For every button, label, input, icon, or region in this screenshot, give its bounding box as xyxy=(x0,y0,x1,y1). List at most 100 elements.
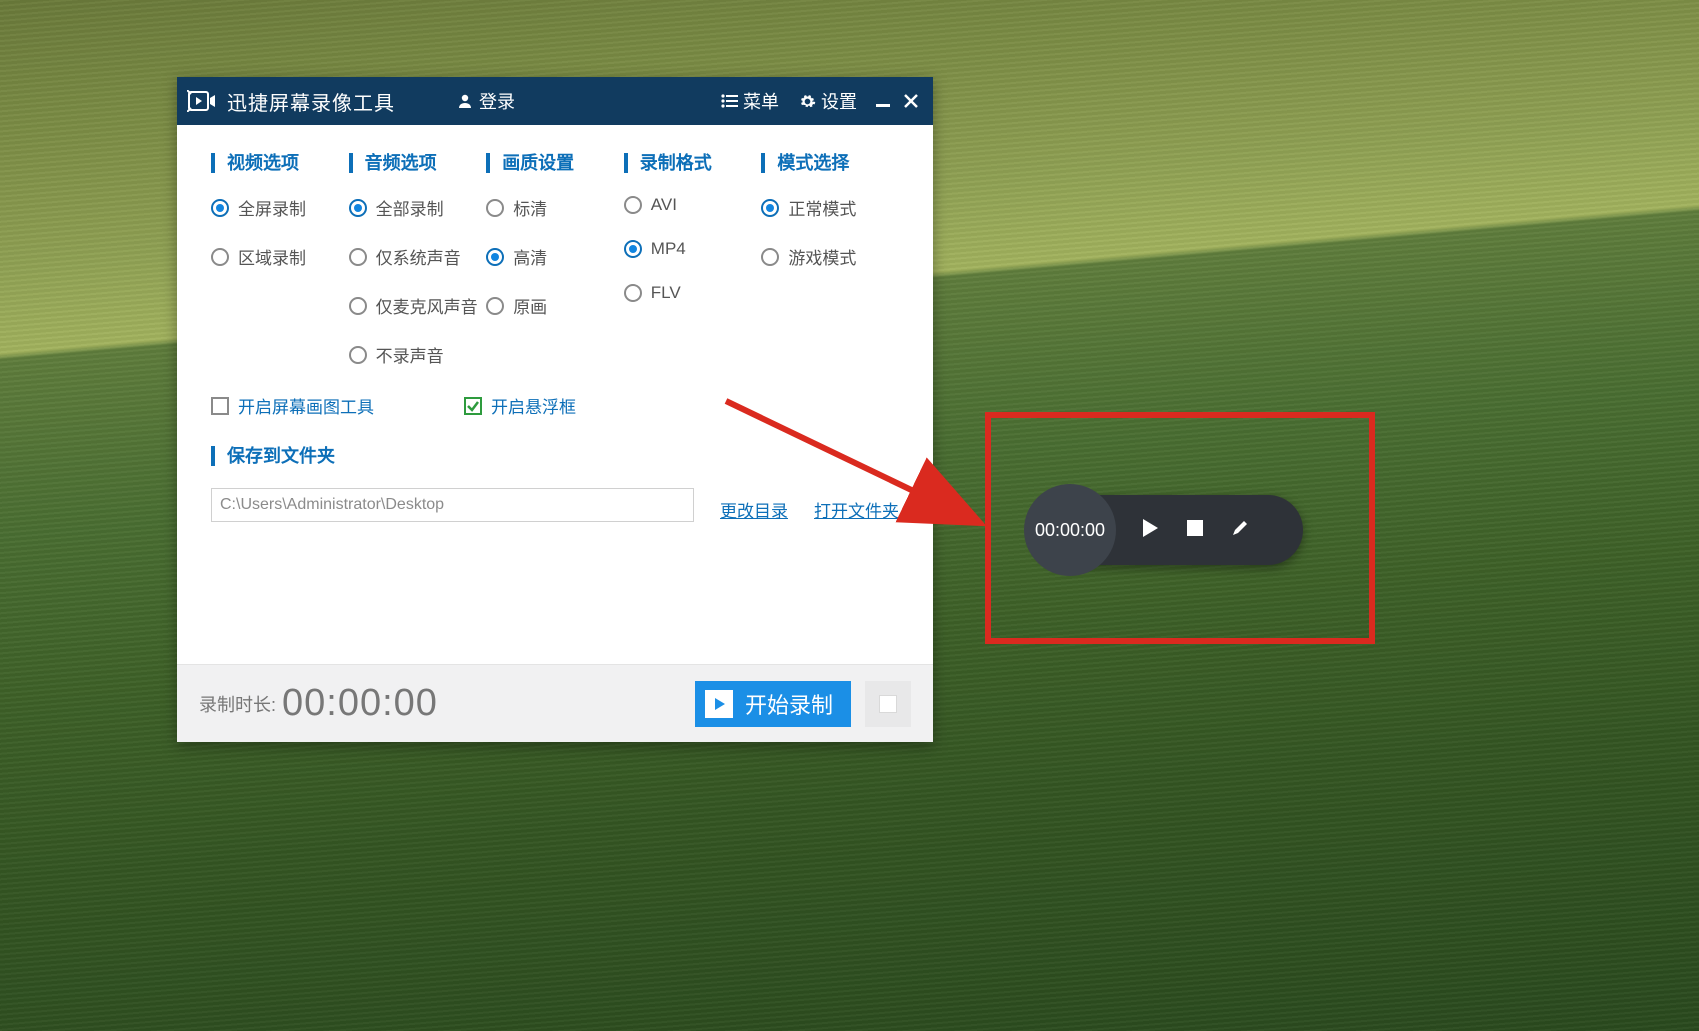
mode-option-label: 正常模式 xyxy=(788,195,856,220)
app-window: 迅捷屏幕录像工具 登录 菜单 设置 xyxy=(177,77,933,742)
settings-button[interactable]: 设置 xyxy=(799,88,857,114)
radio-icon xyxy=(624,284,642,302)
radio-icon xyxy=(624,196,642,214)
start-record-button[interactable]: 开始录制 xyxy=(695,681,851,727)
radio-icon xyxy=(486,248,504,266)
mode-option-label: 游戏模式 xyxy=(788,244,856,269)
minimize-button[interactable] xyxy=(875,93,891,109)
save-path-value: C:\Users\Administrator\Desktop xyxy=(220,496,444,514)
radio-icon xyxy=(486,199,504,217)
float-box-label: 开启悬浮框 xyxy=(491,393,576,418)
audio-option-label: 仅麦克风声音 xyxy=(376,293,478,318)
audio-option-label: 全部录制 xyxy=(376,195,444,220)
radio-icon xyxy=(211,199,229,217)
quality-option-label: 标清 xyxy=(513,195,547,220)
login-button[interactable]: 登录 xyxy=(457,88,515,114)
titlebar[interactable]: 迅捷屏幕录像工具 登录 菜单 设置 xyxy=(177,77,933,125)
format-option-label: FLV xyxy=(651,283,681,303)
quality-option[interactable]: 原画 xyxy=(486,293,624,318)
radio-icon xyxy=(349,248,367,266)
audio-option-label: 仅系统声音 xyxy=(376,244,461,269)
format-option-label: MP4 xyxy=(651,239,686,259)
audio-header: 音频选项 xyxy=(349,153,487,173)
draw-tool-label: 开启屏幕画图工具 xyxy=(238,393,374,418)
checkbox-icon xyxy=(211,397,229,415)
window-body: 视频选项全屏录制区域录制 音频选项全部录制仅系统声音仅麦克风声音不录声音 画质设… xyxy=(177,125,933,664)
close-button[interactable] xyxy=(903,93,919,109)
footer-bar: 录制时长: 00:00:00 开始录制 xyxy=(177,664,933,742)
radio-icon xyxy=(349,346,367,364)
float-play-button[interactable] xyxy=(1140,517,1160,544)
start-record-label: 开始录制 xyxy=(745,688,833,720)
format-header: 录制格式 xyxy=(624,153,762,173)
radio-icon xyxy=(349,297,367,315)
checkbox-row: 开启屏幕画图工具 开启悬浮框 xyxy=(211,393,899,418)
duration-time: 00:00:00 xyxy=(282,682,438,725)
quality-option-label: 高清 xyxy=(513,244,547,269)
float-timer: 00:00:00 xyxy=(1035,520,1105,541)
radio-icon xyxy=(624,240,642,258)
format-option[interactable]: MP4 xyxy=(624,239,762,259)
radio-icon xyxy=(211,248,229,266)
quality-options-column: 画质设置标清高清原画 xyxy=(486,153,624,391)
settings-label: 设置 xyxy=(821,88,857,114)
minimize-icon xyxy=(875,93,891,109)
play-icon xyxy=(705,690,733,718)
pencil-icon xyxy=(1230,518,1250,538)
enable-float-box-checkbox[interactable]: 开启悬浮框 xyxy=(464,393,576,418)
gear-icon xyxy=(799,93,816,110)
mode-header: 模式选择 xyxy=(761,153,899,173)
floating-toolbar[interactable]: 00:00:00 xyxy=(1035,495,1303,565)
format-option-label: AVI xyxy=(651,195,677,215)
video-header: 视频选项 xyxy=(211,153,349,173)
app-title: 迅捷屏幕录像工具 xyxy=(227,87,395,116)
login-label: 登录 xyxy=(479,88,515,114)
audio-option[interactable]: 仅系统声音 xyxy=(349,244,487,269)
menu-icon xyxy=(721,94,738,108)
radio-icon xyxy=(349,199,367,217)
app-logo-icon xyxy=(187,90,217,112)
radio-icon xyxy=(761,199,779,217)
checkbox-icon xyxy=(464,397,482,415)
stop-icon xyxy=(1186,519,1204,537)
float-edit-button[interactable] xyxy=(1230,518,1250,543)
audio-options-column: 音频选项全部录制仅系统声音仅麦克风声音不录声音 xyxy=(349,153,487,391)
mode-options-column: 模式选择正常模式游戏模式 xyxy=(761,153,899,391)
stop-record-button[interactable] xyxy=(865,681,911,727)
audio-option-label: 不录声音 xyxy=(376,342,444,367)
radio-icon xyxy=(486,297,504,315)
video-option[interactable]: 全屏录制 xyxy=(211,195,349,220)
video-option-label: 全屏录制 xyxy=(238,195,306,220)
user-icon xyxy=(457,93,473,109)
radio-icon xyxy=(761,248,779,266)
close-icon xyxy=(903,93,919,109)
save-path-input[interactable]: C:\Users\Administrator\Desktop xyxy=(211,488,694,522)
video-option-label: 区域录制 xyxy=(238,244,306,269)
format-option[interactable]: FLV xyxy=(624,283,762,303)
format-option[interactable]: AVI xyxy=(624,195,762,215)
menu-label: 菜单 xyxy=(743,88,779,114)
quality-option[interactable]: 标清 xyxy=(486,195,624,220)
duration-label: 录制时长: xyxy=(199,691,276,717)
save-section: 保存到文件夹 C:\Users\Administrator\Desktop 更改… xyxy=(211,446,899,522)
audio-option[interactable]: 不录声音 xyxy=(349,342,487,367)
quality-header: 画质设置 xyxy=(486,153,624,173)
save-header: 保存到文件夹 xyxy=(211,446,899,466)
menu-button[interactable]: 菜单 xyxy=(721,88,779,114)
stop-icon xyxy=(879,695,897,713)
video-options-column: 视频选项全屏录制区域录制 xyxy=(211,153,349,391)
audio-option[interactable]: 仅麦克风声音 xyxy=(349,293,487,318)
float-stop-button[interactable] xyxy=(1186,519,1204,542)
enable-draw-tool-checkbox[interactable]: 开启屏幕画图工具 xyxy=(211,393,374,418)
float-timer-disc: 00:00:00 xyxy=(1024,484,1116,576)
mode-option[interactable]: 游戏模式 xyxy=(761,244,899,269)
quality-option-label: 原画 xyxy=(513,293,547,318)
change-dir-link[interactable]: 更改目录 xyxy=(720,497,788,522)
open-dir-link[interactable]: 打开文件夹 xyxy=(814,497,899,522)
options-grid: 视频选项全屏录制区域录制 音频选项全部录制仅系统声音仅麦克风声音不录声音 画质设… xyxy=(211,153,899,391)
play-icon xyxy=(1140,517,1160,539)
mode-option[interactable]: 正常模式 xyxy=(761,195,899,220)
quality-option[interactable]: 高清 xyxy=(486,244,624,269)
audio-option[interactable]: 全部录制 xyxy=(349,195,487,220)
video-option[interactable]: 区域录制 xyxy=(211,244,349,269)
